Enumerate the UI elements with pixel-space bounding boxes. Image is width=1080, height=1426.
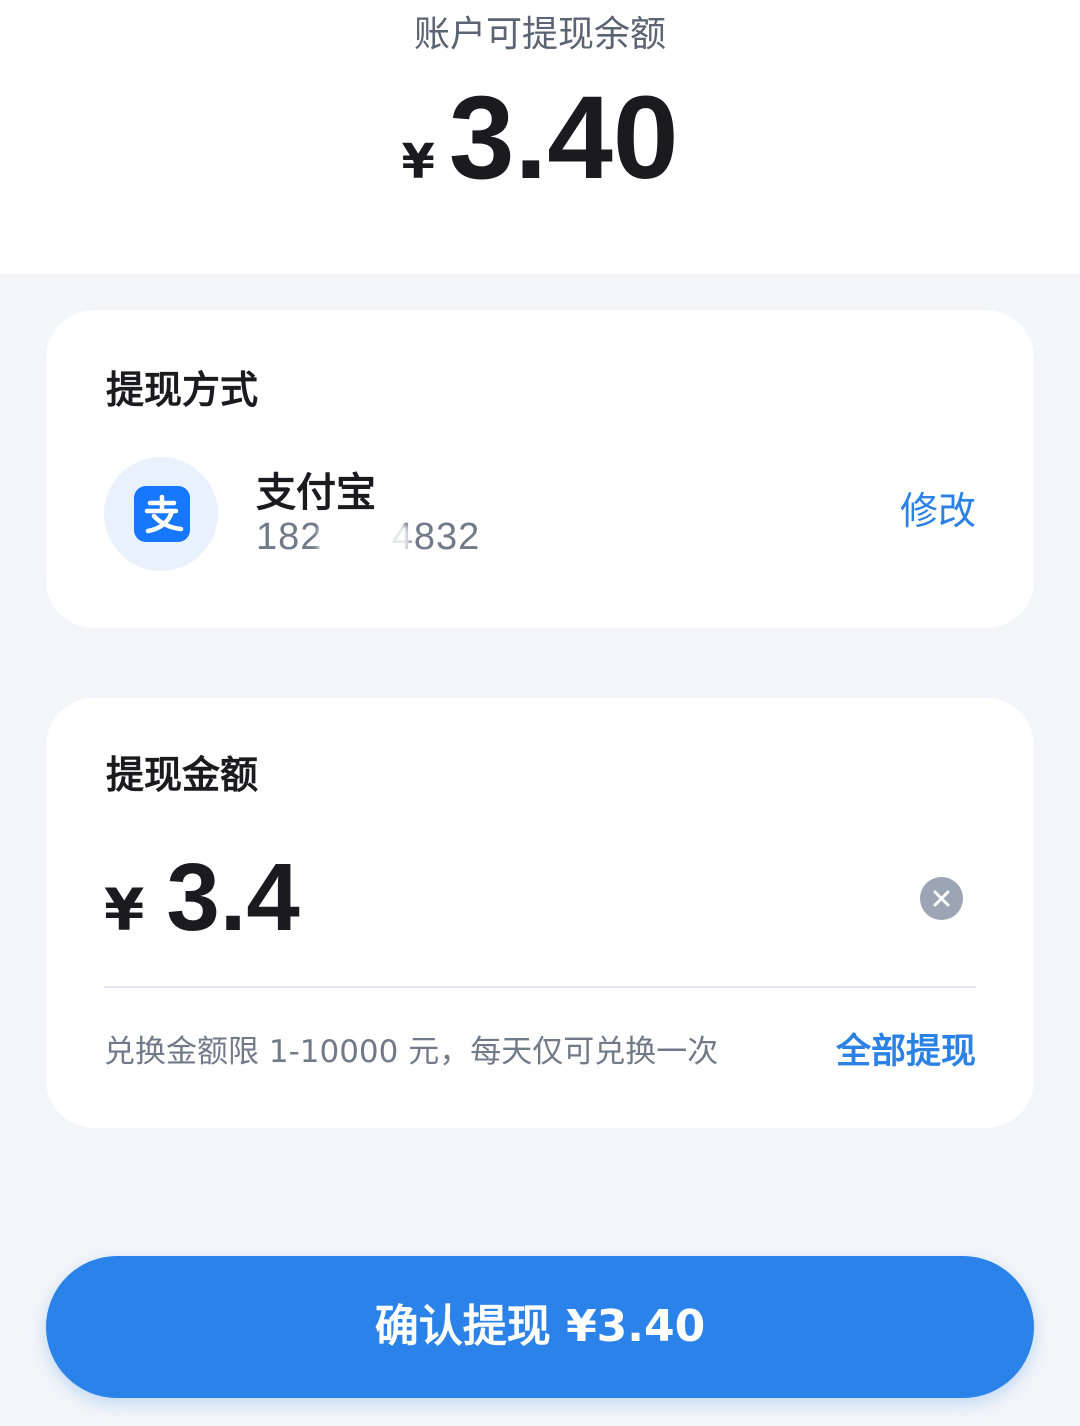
balance-header: 账户可提现余额 ¥3.40 <box>0 0 1080 274</box>
provider-name: 支付宝 <box>256 470 376 516</box>
clear-icon[interactable] <box>920 877 963 920</box>
confirm-amount: ¥3.40 <box>566 1301 706 1352</box>
balance-currency-symbol: ¥ <box>401 134 435 190</box>
method-card-title: 提现方式 <box>106 368 259 412</box>
amount-divider <box>104 986 976 988</box>
confirm-label: 确认提现 <box>374 1301 551 1352</box>
withdraw-method-card: 提现方式 支付宝 182 4832 修改 <box>46 310 1034 628</box>
modify-method-button[interactable]: 修改 <box>900 486 976 536</box>
amount-input-value[interactable]: 3.4 <box>166 844 299 951</box>
withdraw-all-button[interactable]: 全部提现 <box>836 1028 976 1076</box>
balance-value: 3.40 <box>448 72 679 204</box>
account-redaction <box>318 524 410 560</box>
alipay-avatar <box>104 457 218 571</box>
balance-amount: ¥3.40 <box>0 76 1080 200</box>
confirm-withdraw-button[interactable]: 确认提现 ¥3.40 <box>46 1256 1034 1398</box>
limit-hint: 兑换金额限 1-10000 元，每天仅可兑换一次 <box>104 1034 719 1070</box>
alipay-icon <box>134 486 190 542</box>
amount-card-title: 提现金额 <box>106 753 259 797</box>
balance-label: 账户可提现余额 <box>413 14 666 55</box>
withdraw-amount-card: 提现金额 ¥3.4 兑换金额限 1-10000 元，每天仅可兑换一次 全部提现 <box>46 698 1034 1128</box>
amount-currency-symbol: ¥ <box>104 876 145 944</box>
amount-input[interactable]: ¥3.4 <box>104 846 300 950</box>
